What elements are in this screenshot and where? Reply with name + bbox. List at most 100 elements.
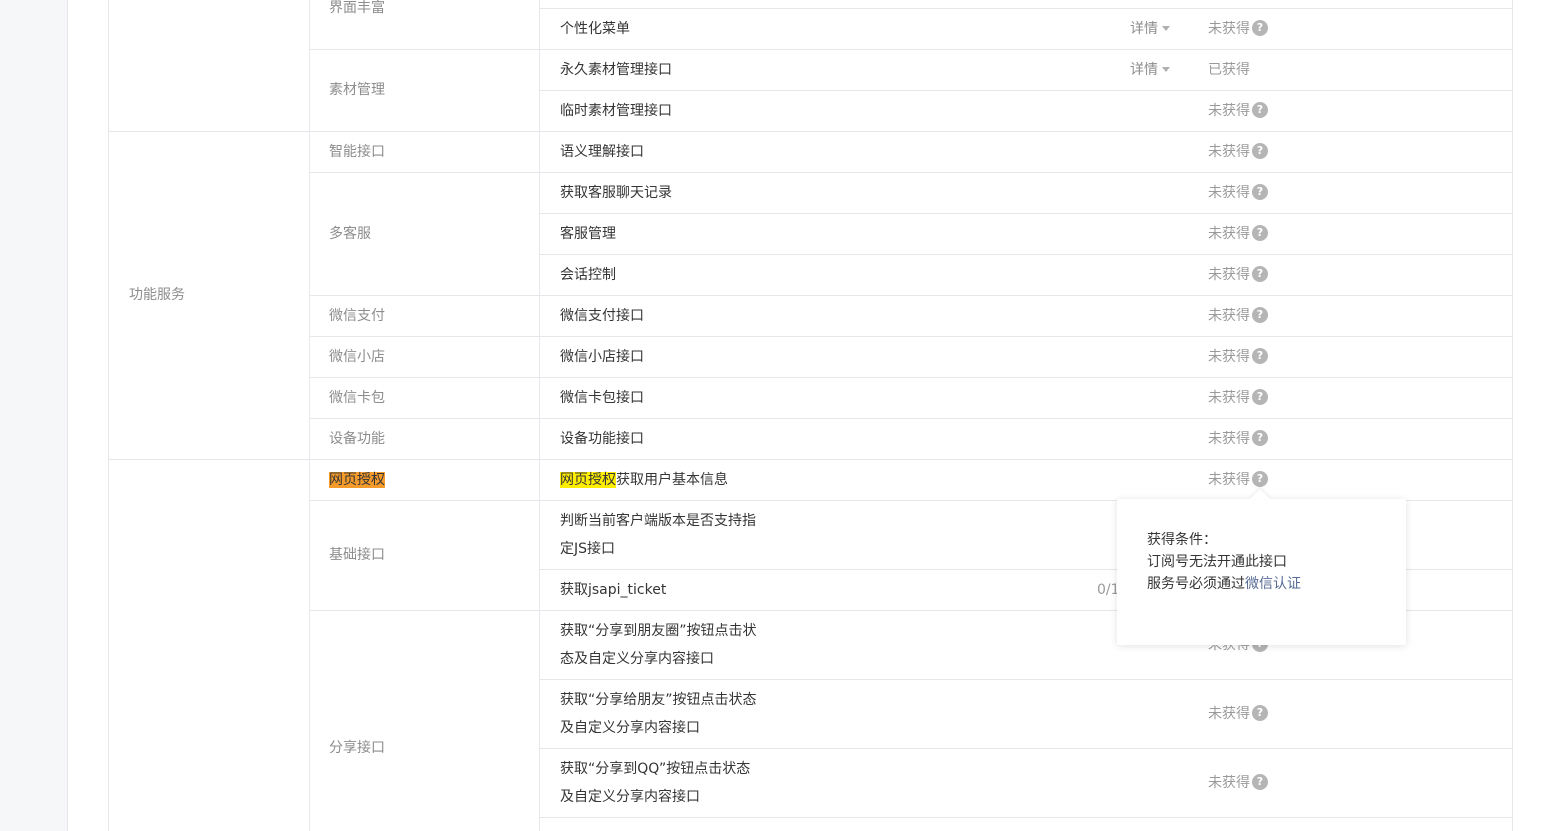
api-session-control: 会话控制 <box>560 267 616 283</box>
status-temp-material: 未获得? <box>1208 97 1268 125</box>
status-semantic: 未获得? <box>1208 138 1268 166</box>
row-divider <box>310 172 1512 173</box>
help-icon[interactable]: ? <box>1252 389 1268 405</box>
status-label: 未获得 <box>1208 431 1250 447</box>
popover-line1: 订阅号无法开通此接口 <box>1147 554 1287 570</box>
help-icon[interactable]: ? <box>1252 774 1268 790</box>
help-icon[interactable]: ? <box>1252 307 1268 323</box>
row-divider <box>109 459 1512 460</box>
api-card: 微信卡包接口 <box>560 390 644 406</box>
caret-down-icon <box>1162 25 1170 31</box>
api-webauth-rest: 获取用户基本信息 <box>616 472 728 488</box>
status-label: 未获得 <box>1208 472 1250 488</box>
status-session-control: 未获得? <box>1208 261 1268 289</box>
detail-label: 详情 <box>1130 62 1158 78</box>
api-share-timeline-line1: 获取“分享到朋友圈”按钮点击状 <box>560 623 757 639</box>
api-share-qq-line2: 及自定义分享内容接口 <box>560 789 700 805</box>
api-semantic: 语义理解接口 <box>560 144 644 160</box>
help-icon[interactable]: ? <box>1252 184 1268 200</box>
status-label: 未获得 <box>1208 185 1250 201</box>
status-pay: 未获得? <box>1208 302 1268 330</box>
search-highlight: 网页授权 <box>560 472 616 488</box>
help-icon[interactable]: ? <box>1252 102 1268 118</box>
status-device: 未获得? <box>1208 425 1268 453</box>
row-divider <box>109 131 1512 132</box>
status-label: 未获得 <box>1208 267 1250 283</box>
subcategory-basic: 基础接口 <box>329 547 385 563</box>
category-function-service: 功能服务 <box>129 287 185 303</box>
api-share-friend-line2: 及自定义分享内容接口 <box>560 720 700 736</box>
requirement-popover: 获得条件： 订阅号无法开通此接口 服务号必须通过微信认证 <box>1117 489 1406 645</box>
detail-dropdown-custom-menu[interactable]: 详情 <box>1130 15 1170 43</box>
status-label: 未获得 <box>1208 21 1250 37</box>
help-icon[interactable]: ? <box>1252 705 1268 721</box>
row-divider <box>310 377 1512 378</box>
status-label: 未获得 <box>1208 390 1250 406</box>
subcategory-share: 分享接口 <box>329 740 385 756</box>
row-divider <box>540 679 1512 680</box>
status-kf-records: 未获得? <box>1208 179 1268 207</box>
status-label: 未获得 <box>1208 103 1250 119</box>
detail-dropdown-permanent-material[interactable]: 详情 <box>1130 56 1170 84</box>
row-divider <box>540 254 1512 255</box>
col-divider-2 <box>539 0 540 831</box>
api-check-js-line2: 定JS接口 <box>560 541 616 557</box>
status-label: 未获得 <box>1208 775 1250 791</box>
help-icon[interactable]: ? <box>1252 348 1268 364</box>
status-label: 未获得 <box>1208 308 1250 324</box>
row-divider <box>540 8 1512 9</box>
api-share-timeline-line2: 态及自定义分享内容接口 <box>560 651 714 667</box>
status-label: 未获得 <box>1208 144 1250 160</box>
api-store: 微信小店接口 <box>560 349 644 365</box>
row-divider <box>310 295 1512 296</box>
search-highlight: 网页授权 <box>329 472 385 488</box>
api-device: 设备功能接口 <box>560 431 644 447</box>
popover-line2-prefix: 服务号必须通过 <box>1147 576 1245 592</box>
row-divider <box>310 336 1512 337</box>
detail-label: 详情 <box>1130 21 1158 37</box>
popover-title: 获得条件： <box>1147 532 1217 548</box>
api-permanent-material: 永久素材管理接口 <box>560 62 672 78</box>
api-kf-manage: 客服管理 <box>560 226 616 242</box>
help-icon[interactable]: ? <box>1252 266 1268 282</box>
help-icon[interactable]: ? <box>1252 430 1268 446</box>
popover-content: 获得条件： 订阅号无法开通此接口 服务号必须通过微信认证 <box>1147 529 1301 595</box>
subcategory-device: 设备功能 <box>329 431 385 447</box>
row-divider <box>540 748 1512 749</box>
subcategory-pay: 微信支付 <box>329 308 385 324</box>
status-share-qq: 未获得? <box>1208 769 1268 797</box>
status-label: 未获得 <box>1208 349 1250 365</box>
status-store: 未获得? <box>1208 343 1268 371</box>
api-webauth-userinfo: 网页授权获取用户基本信息 <box>560 466 728 494</box>
col-divider-1 <box>309 0 310 831</box>
help-icon[interactable]: ? <box>1252 20 1268 36</box>
status-kf-manage: 未获得? <box>1208 220 1268 248</box>
status-permanent-material: 已获得 <box>1208 56 1250 84</box>
row-divider <box>310 49 1512 50</box>
subcategory-smart: 智能接口 <box>329 144 385 160</box>
subcategory-kf: 多客服 <box>329 226 371 242</box>
interface-permission-table <box>108 0 1513 831</box>
api-custom-menu: 个性化菜单 <box>560 21 630 37</box>
subcategory-card: 微信卡包 <box>329 390 385 406</box>
subcategory-webauth: 网页授权 <box>329 466 385 494</box>
row-divider <box>540 213 1512 214</box>
row-divider <box>310 418 1512 419</box>
api-pay: 微信支付接口 <box>560 308 644 324</box>
help-icon[interactable]: ? <box>1252 143 1268 159</box>
api-share-qq-line1: 获取“分享到QQ”按钮点击状态 <box>560 761 751 777</box>
help-icon[interactable]: ? <box>1252 471 1268 487</box>
help-icon[interactable]: ? <box>1252 225 1268 241</box>
status-custom-menu: 未获得? <box>1208 15 1268 43</box>
api-kf-records: 获取客服聊天记录 <box>560 185 672 201</box>
row-divider <box>540 817 1512 818</box>
status-label: 已获得 <box>1208 62 1250 78</box>
api-temp-material: 临时素材管理接口 <box>560 103 672 119</box>
api-share-friend-line1: 获取“分享给朋友”按钮点击状态 <box>560 692 757 708</box>
caret-down-icon <box>1162 66 1170 72</box>
api-jsapi-ticket: 获取jsapi_ticket <box>560 582 667 598</box>
row-divider <box>540 90 1512 91</box>
wechat-verify-link[interactable]: 微信认证 <box>1245 576 1301 592</box>
subcategory-material: 素材管理 <box>329 82 385 98</box>
popover-line2: 服务号必须通过微信认证 <box>1147 573 1301 595</box>
